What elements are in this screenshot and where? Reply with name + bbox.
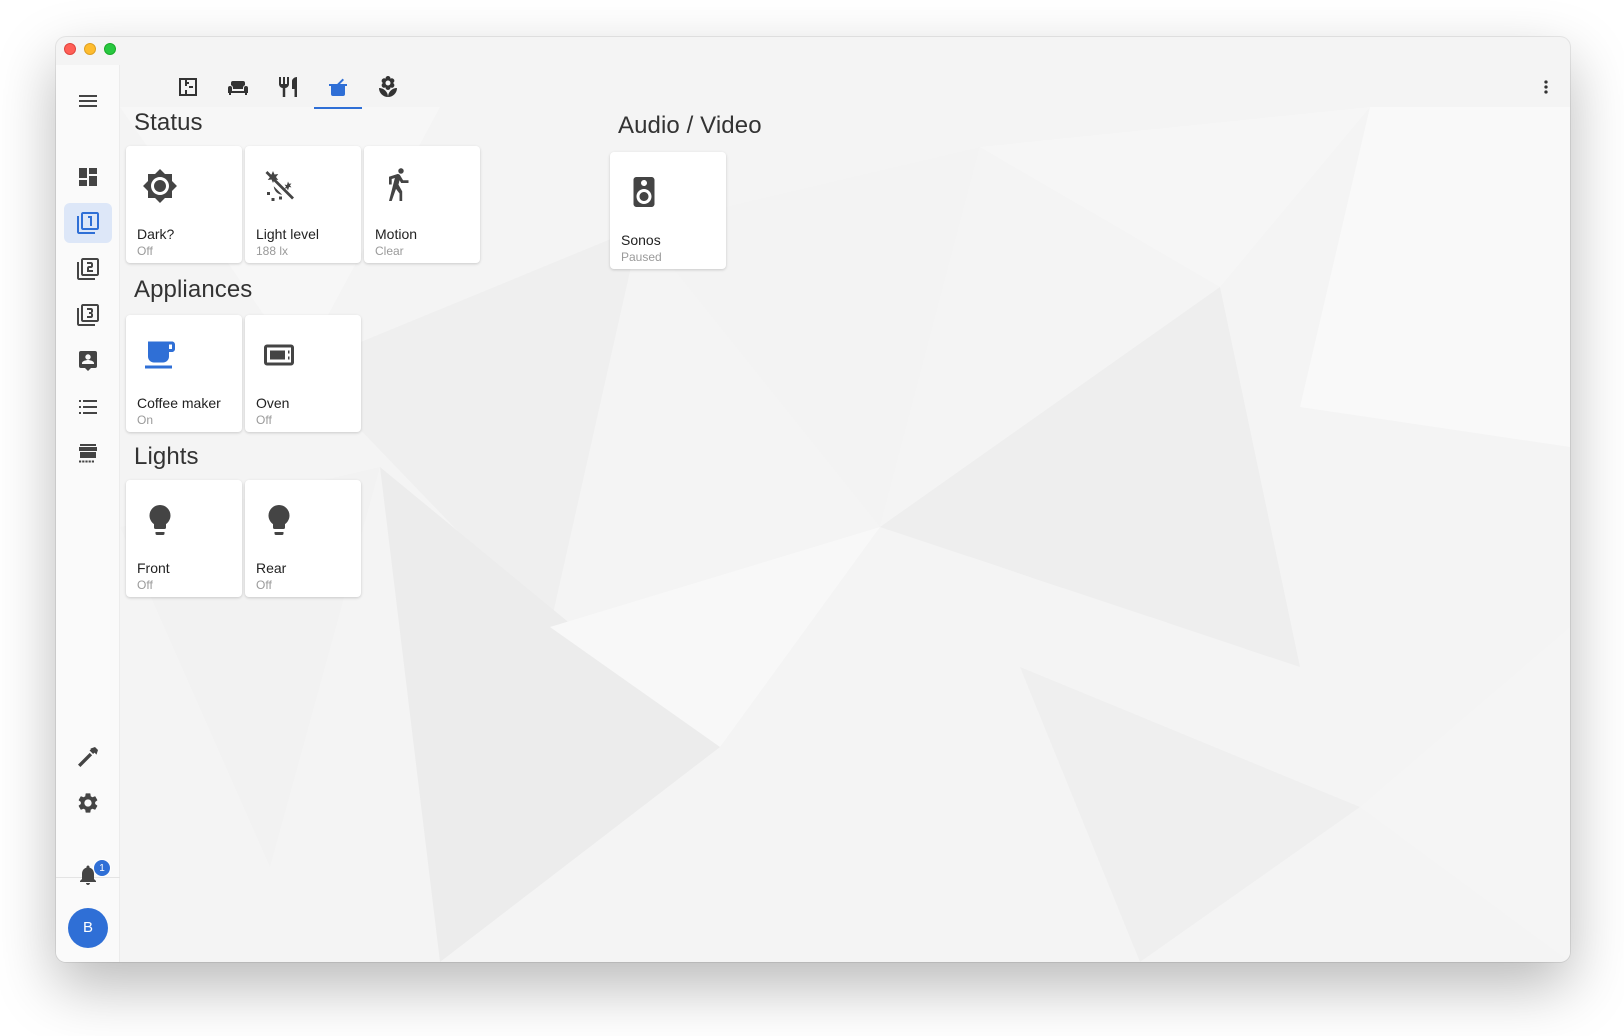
speaker-icon [626, 174, 662, 210]
card-state: 188 lx [256, 244, 289, 258]
section-title-status: Status [134, 109, 203, 136]
card-state: On [137, 413, 154, 427]
card-state: Off [137, 578, 153, 592]
dashboard-icon [79, 168, 97, 186]
filter-3-icon [77, 304, 99, 326]
hammer-icon [78, 747, 98, 767]
account-box-icon [79, 351, 97, 371]
sofa-icon [228, 81, 248, 95]
entity-card-light-level[interactable]: Light level 188 lx [245, 146, 361, 263]
hamburger-menu-icon [79, 95, 97, 107]
card-name: Dark? [137, 226, 175, 242]
card-name: Oven [256, 395, 290, 411]
card-name: Rear [256, 560, 287, 576]
lightbulb-icon [261, 502, 297, 538]
sidebar-item-developer-tools[interactable] [64, 737, 112, 777]
notification-badge: 1 [93, 859, 111, 877]
entity-card-rear-light[interactable]: Rear Off [245, 480, 361, 597]
user-avatar[interactable]: B [68, 908, 108, 948]
view-tabs-bar [120, 65, 1570, 115]
sidebar-item-logbook[interactable] [64, 387, 112, 427]
hacs-store-icon [79, 444, 97, 463]
silverware-icon [279, 77, 297, 97]
card-name: Motion [375, 226, 418, 242]
pot-icon [329, 78, 347, 96]
dots-vertical-icon [1544, 80, 1548, 94]
tab-floor-plan[interactable] [164, 65, 212, 109]
sidebar-item-view-1[interactable] [64, 203, 112, 243]
card-state: Off [137, 244, 153, 258]
entity-card-dark[interactable]: Dark? Off [126, 146, 242, 263]
card-name: Sonos [621, 232, 661, 248]
sidebar-item-view-2[interactable] [64, 249, 112, 289]
tab-kitchen[interactable] [314, 65, 362, 109]
tab-living-room[interactable] [214, 65, 262, 109]
walk-icon [380, 168, 416, 204]
section-title-lights: Lights [134, 443, 199, 470]
sidebar-item-view-3[interactable] [64, 295, 112, 335]
oven-icon [261, 337, 297, 373]
gear-icon [78, 793, 98, 813]
sidebar-item-settings[interactable] [64, 783, 112, 823]
flower-icon [379, 76, 397, 97]
card-state: Off [256, 578, 272, 592]
notifications-button[interactable]: 1 [64, 855, 112, 895]
brightness-icon [142, 168, 178, 204]
app-window: 1 B Status Dark? Off Light level 188 lx … [56, 37, 1570, 962]
floor-plan-icon [179, 78, 197, 96]
card-name: Front [137, 560, 170, 576]
filter-1-icon [77, 212, 99, 234]
close-window-button[interactable] [64, 43, 76, 55]
entity-card-coffee-maker[interactable]: Coffee maker On [126, 315, 242, 432]
card-name: Light level [256, 226, 320, 242]
card-name: Coffee maker [137, 395, 221, 411]
sidebar-item-overview[interactable] [64, 157, 112, 197]
tab-dining[interactable] [264, 65, 312, 109]
minimize-window-button[interactable] [84, 43, 96, 55]
entity-card-oven[interactable]: Oven Off [245, 315, 361, 432]
tab-garden[interactable] [364, 65, 412, 109]
lightbulb-icon [142, 502, 178, 538]
card-state: Clear [375, 244, 404, 258]
maximize-window-button[interactable] [104, 43, 116, 55]
card-state: Paused [621, 250, 662, 264]
more-options-button[interactable] [1534, 73, 1558, 101]
sidebar-item-hacs[interactable] [64, 433, 112, 473]
entity-card-sonos[interactable]: Sonos Paused [610, 152, 726, 269]
entity-card-motion[interactable]: Motion Clear [364, 146, 480, 263]
format-list-icon [79, 400, 97, 414]
menu-toggle-button[interactable] [64, 81, 112, 121]
card-state: Off [256, 413, 272, 427]
section-title-appliances: Appliances [134, 276, 253, 303]
sidebar: 1 B [56, 65, 120, 962]
entity-card-front-light[interactable]: Front Off [126, 480, 242, 597]
filter-2-icon [77, 258, 99, 280]
weather-night-partly-icon [261, 168, 297, 204]
coffee-icon [142, 337, 178, 373]
sidebar-item-people[interactable] [64, 341, 112, 381]
title-bar [56, 37, 1570, 65]
section-title-audio-video: Audio / Video [618, 112, 762, 139]
